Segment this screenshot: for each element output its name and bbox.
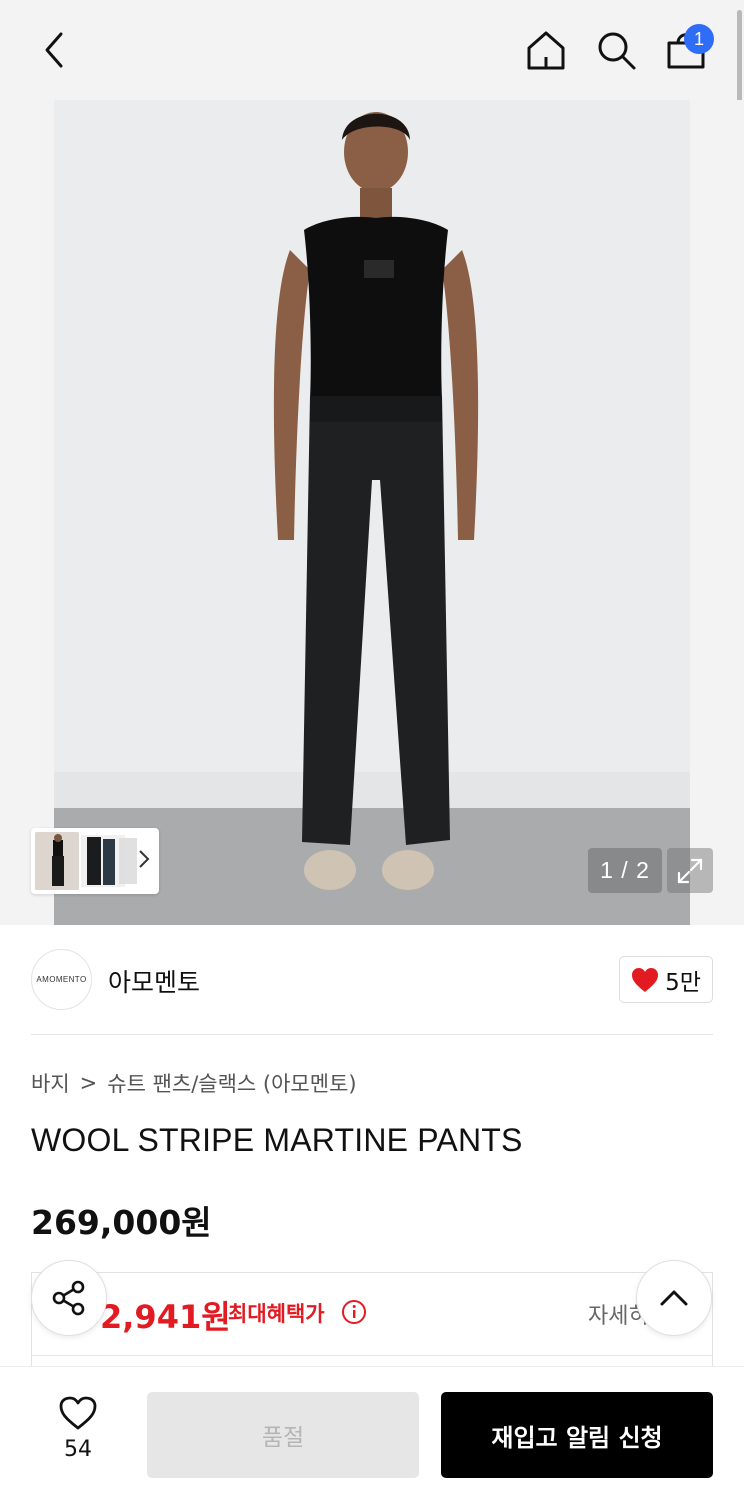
home-icon [527, 31, 565, 70]
section-divider [31, 1034, 713, 1035]
breadcrumb-subcategory[interactable]: 슈트 팬츠/슬랙스 (아모멘토) [107, 1068, 356, 1098]
model-photo-illustration [54, 100, 690, 925]
chevron-up-icon [660, 1290, 688, 1306]
breadcrumb-category[interactable]: 바지 [31, 1068, 70, 1098]
brand-row[interactable]: AMOMENTO 아모멘토 5만 [0, 925, 744, 1035]
share-icon [52, 1280, 85, 1316]
expand-image-button[interactable] [667, 848, 713, 893]
benefit-divider [31, 1355, 713, 1356]
search-button[interactable] [588, 22, 644, 78]
top-nav-bar: 1 [0, 0, 744, 144]
product-title: WOOL STRIPE MARTINE PANTS [31, 1122, 523, 1158]
cart-button[interactable]: 1 [658, 22, 714, 78]
breadcrumb-separator: > [79, 1071, 98, 1095]
breadcrumb: 바지 > 슈트 팬츠/슬랙스 (아모멘토) [31, 1068, 357, 1098]
brand-like-count: 5만 [665, 969, 701, 996]
wishlist-button[interactable]: 54 [42, 1395, 114, 1462]
bottom-action-bar: 54 품절 재입고 알림 신청 [0, 1366, 744, 1500]
cart-count-badge: 1 [684, 24, 714, 54]
thumbnail-image-1[interactable] [35, 832, 79, 890]
brand-name[interactable]: 아모멘토 [108, 963, 200, 999]
product-price: 269,000원 [31, 1203, 212, 1242]
share-button[interactable] [31, 1260, 107, 1336]
scroll-to-top-button[interactable] [636, 1260, 712, 1336]
expand-icon [677, 858, 703, 883]
soldout-button[interactable]: 품절 [147, 1392, 419, 1478]
wishlist-count: 54 [64, 1437, 92, 1462]
max-benefit-price: 2,941원 [100, 1298, 231, 1336]
heart-outline-icon [59, 1396, 97, 1430]
product-photo[interactable] [54, 100, 690, 925]
image-pager: 1 / 2 [588, 848, 662, 893]
search-icon [598, 32, 636, 70]
brand-logo[interactable]: AMOMENTO [31, 949, 92, 1010]
chevron-right-icon[interactable] [137, 848, 151, 874]
chevron-left-icon [45, 32, 63, 68]
thumbnail-image-3[interactable] [119, 838, 137, 884]
max-benefit-label: 최대혜택가 [228, 1302, 325, 1326]
product-image-gallery[interactable]: 1 / 2 [0, 100, 744, 925]
restock-alert-button[interactable]: 재입고 알림 신청 [441, 1392, 713, 1478]
heart-filled-icon [632, 967, 659, 992]
brand-like-button[interactable]: 5만 [619, 956, 713, 1003]
home-button[interactable] [518, 22, 574, 78]
info-icon[interactable] [341, 1299, 367, 1329]
thumbnail-strip[interactable] [31, 828, 159, 894]
back-button[interactable] [26, 22, 82, 78]
